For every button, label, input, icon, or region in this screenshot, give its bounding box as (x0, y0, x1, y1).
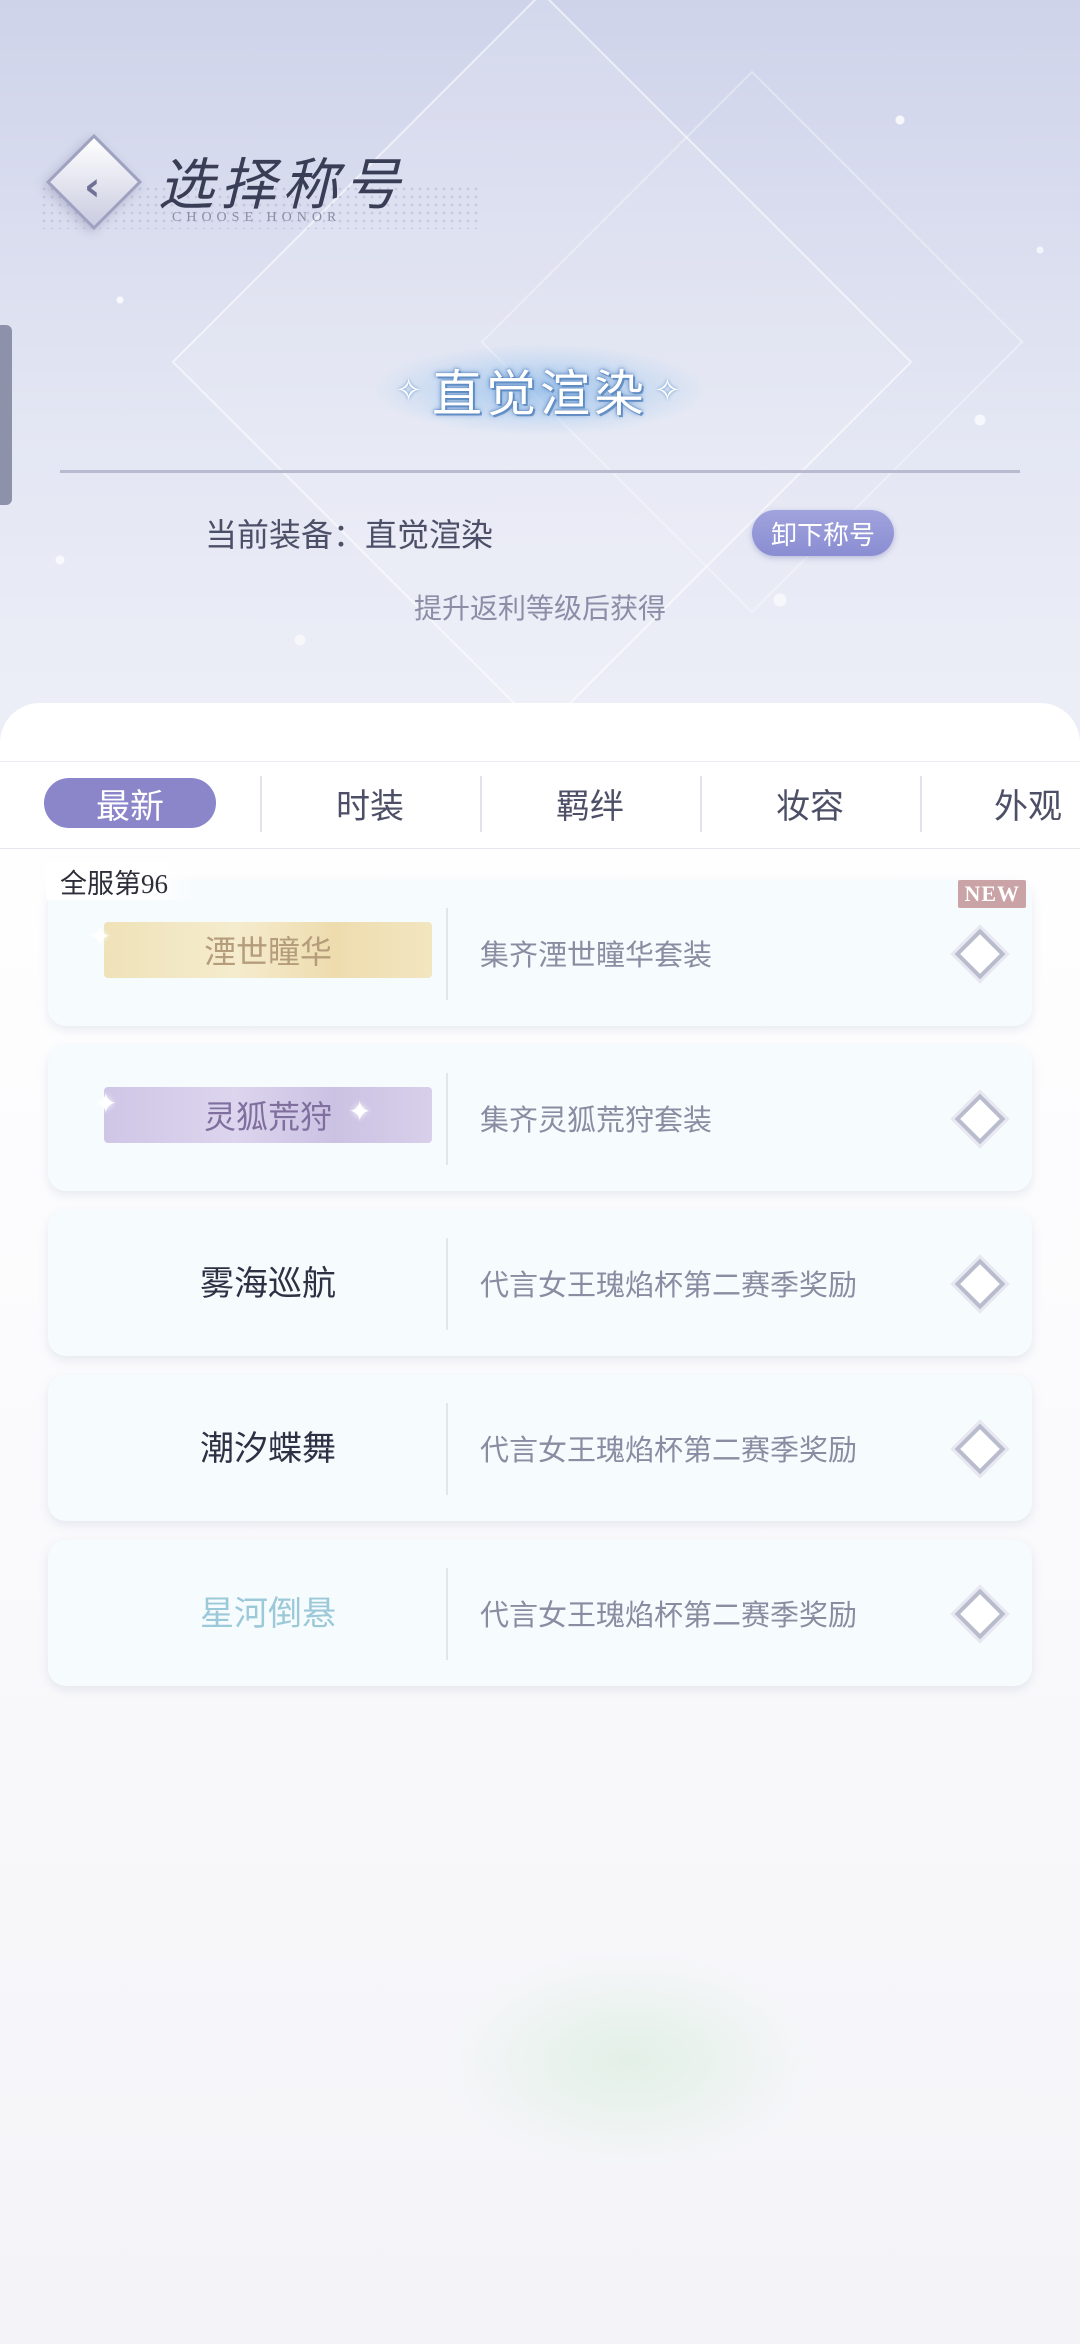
diamond-icon[interactable] (954, 1423, 1006, 1475)
honor-row[interactable]: 全服第96 NEW 湮世瞳华 ✦ 集齐湮世瞳华套装 (46, 862, 1032, 1026)
sparkle-icon: ✦ (94, 1087, 118, 1120)
tab-separator (700, 776, 702, 832)
honor-name-area: 星河倒悬 (78, 1570, 458, 1650)
server-rank-tag: 全服第96 (46, 862, 196, 900)
honor-row[interactable]: 潮汐蝶舞 代言女王瑰焰杯第二赛季奖励 (48, 1375, 1032, 1521)
back-chevron-icon: ‹ (84, 164, 101, 210)
honor-description: 代言女王瑰焰杯第二赛季奖励 (480, 1433, 858, 1467)
honor-description: 集齐灵狐荒狩套装 (480, 1103, 713, 1137)
current-equipped: 当前装备：直觉渲染 (205, 510, 493, 556)
sparkle-icon: ✧ (395, 371, 426, 409)
background-glow (440, 1950, 820, 2170)
honor-name: 湮世瞳华 (104, 922, 432, 978)
row-divider (446, 1238, 448, 1330)
tab-latest[interactable]: 最新 (44, 778, 216, 828)
honor-row[interactable]: 星河倒悬 代言女王瑰焰杯第二赛季奖励 (48, 1540, 1032, 1686)
unequip-honor-button[interactable]: 卸下称号 (752, 510, 894, 556)
sparkle-icon: ✦ (88, 920, 112, 953)
tab-makeup[interactable]: 妆容 (724, 778, 896, 828)
acquire-hint: 提升返利等级后获得 (413, 592, 666, 625)
honor-name: 雾海巡航 (200, 1263, 336, 1304)
honor-name-area: 灵狐荒狩 (78, 1075, 458, 1155)
row-divider (446, 1073, 448, 1165)
honor-description: 集齐湮世瞳华套装 (480, 938, 713, 972)
honor-row[interactable]: 雾海巡航 代言女王瑰焰杯第二赛季奖励 (48, 1210, 1032, 1356)
honor-description: 代言女王瑰焰杯第二赛季奖励 (480, 1598, 858, 1632)
honor-row[interactable]: 灵狐荒狩 ✦ ✦ 集齐灵狐荒狩套装 (48, 1045, 1032, 1191)
current-equipped-label: 当前装备： (205, 516, 366, 554)
honor-name: 星河倒悬 (200, 1593, 336, 1634)
diamond-icon[interactable] (954, 1093, 1006, 1145)
sparkle-icon: ✧ (654, 371, 685, 409)
current-equipped-value: 直觉渲染 (365, 516, 494, 554)
tab-separator (480, 776, 482, 832)
row-divider (446, 1568, 448, 1660)
tab-bond[interactable]: 羁绊 (504, 778, 676, 828)
diamond-icon[interactable] (954, 928, 1006, 980)
honor-description: 代言女王瑰焰杯第二赛季奖励 (480, 1268, 858, 1302)
current-honor-badge-text: 直觉渲染 (432, 365, 648, 423)
side-drawer-handle[interactable] (0, 325, 12, 505)
honor-name-area: 潮汐蝶舞 (78, 1405, 458, 1485)
new-badge: NEW (958, 880, 1026, 908)
category-tabs: 最新 时装 羁绊 妆容 外观 (0, 761, 1080, 849)
honor-name: 潮汐蝶舞 (200, 1428, 336, 1469)
tab-separator (920, 776, 922, 832)
page-title: 选择称号 (158, 153, 406, 218)
page-header: ‹ 选择称号 CHOOSE HONOR (40, 130, 480, 250)
back-button[interactable]: ‹ (45, 133, 143, 231)
diamond-icon[interactable] (954, 1588, 1006, 1640)
sparkle-icon: ✦ (348, 1095, 372, 1128)
tab-appearance[interactable]: 外观 (944, 778, 1080, 828)
honor-name-area: 湮世瞳华 (78, 910, 458, 990)
tab-separator (260, 776, 262, 832)
header-divider (60, 470, 1020, 473)
current-honor-badge: ✧ 直觉渲染 ✧ (375, 345, 705, 435)
diamond-icon[interactable] (954, 1258, 1006, 1310)
row-divider (446, 1403, 448, 1495)
honor-name: 灵狐荒狩 (104, 1087, 432, 1143)
page-subtitle: CHOOSE HONOR (172, 210, 342, 225)
row-divider (446, 908, 448, 1000)
honor-name-area: 雾海巡航 (78, 1240, 458, 1320)
tab-fashion[interactable]: 时装 (284, 778, 456, 828)
